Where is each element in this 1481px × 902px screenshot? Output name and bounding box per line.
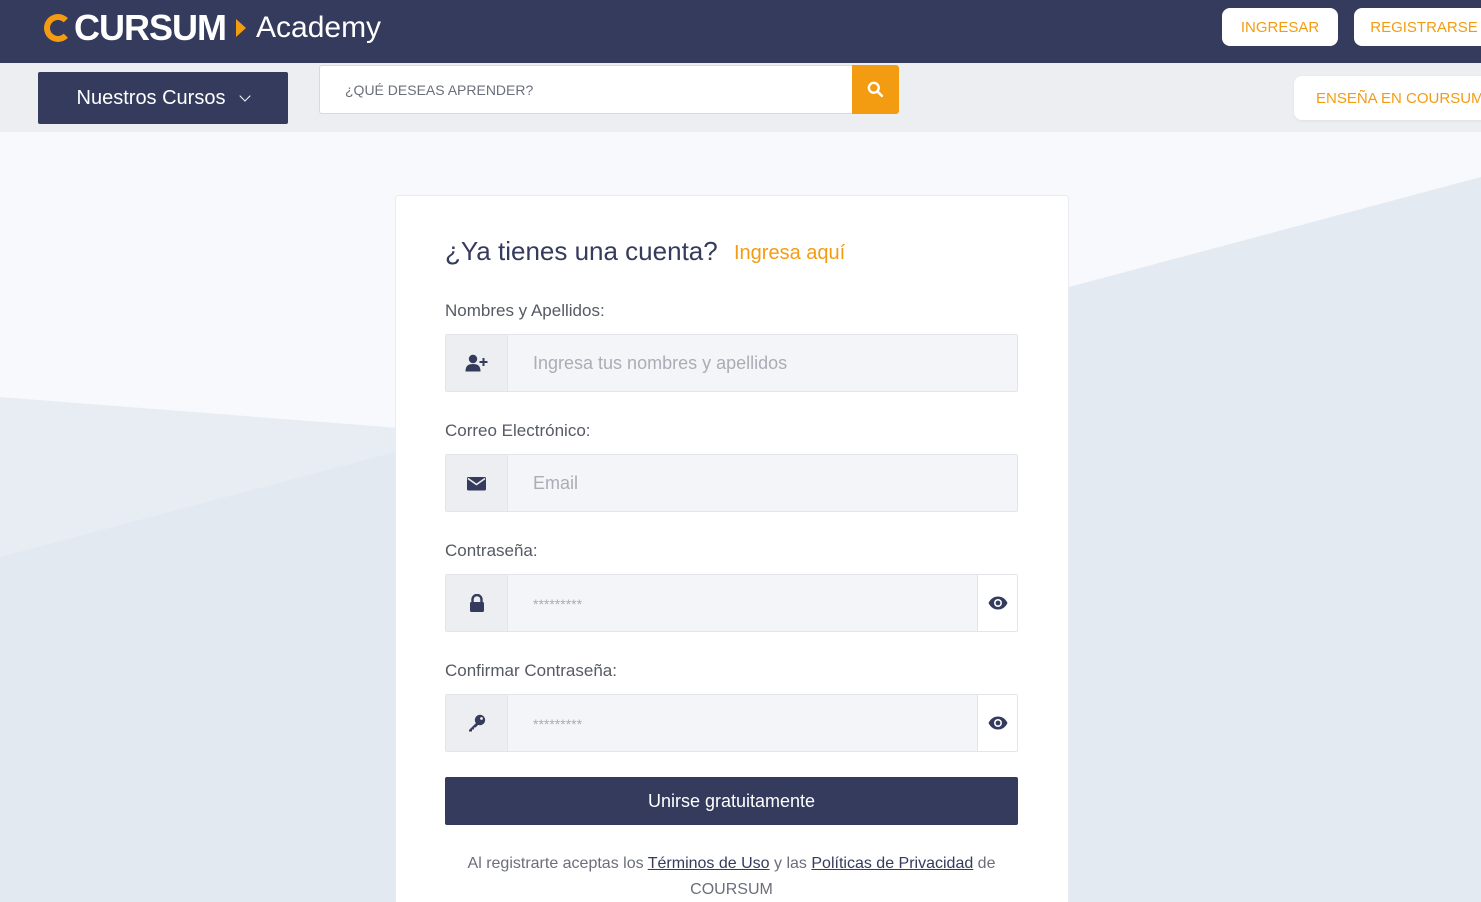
courses-dropdown-button[interactable]: Nuestros Cursos [38, 72, 288, 124]
search-bar [319, 65, 899, 114]
password-field-group [445, 574, 1018, 632]
terms-notice: Al registrarte aceptas los Términos de U… [445, 851, 1018, 902]
search-button[interactable] [852, 65, 899, 114]
logo[interactable]: CURSUM Academy [44, 7, 382, 49]
name-label: Nombres y Apellidos: [445, 301, 605, 320]
terms-of-use-link[interactable]: Términos de Uso [648, 855, 770, 872]
courses-dropdown-label: Nuestros Cursos [76, 86, 226, 109]
email-field-group [445, 454, 1018, 512]
privacy-policy-link[interactable]: Políticas de Privacidad [811, 855, 973, 872]
confirm-password-toggle-button[interactable] [977, 695, 1017, 751]
teach-button[interactable]: ENSEÑA EN COURSUM [1294, 76, 1481, 120]
logo-arrow-icon [236, 19, 246, 37]
logo-brand: CURSUM [44, 7, 227, 49]
chevron-down-icon [239, 89, 252, 102]
key-icon [468, 714, 485, 732]
join-free-button[interactable]: Unirse gratuitamente [445, 777, 1018, 825]
login-button[interactable]: INGRESAR [1222, 8, 1338, 46]
terms-middle: y las [769, 855, 812, 872]
confirm-password-addon [446, 695, 508, 751]
email-label: Correo Electrónico: [445, 421, 591, 440]
email-addon [446, 455, 508, 511]
password-toggle-button[interactable] [977, 575, 1017, 631]
confirm-password-label: Confirmar Contraseña: [445, 661, 617, 680]
register-button[interactable]: REGISTRARSE [1354, 8, 1481, 46]
eye-icon [988, 716, 1007, 730]
name-field-group [445, 334, 1018, 392]
name-addon [446, 335, 508, 391]
envelope-icon [467, 476, 486, 490]
login-link[interactable]: Ingresa aquí [734, 242, 845, 265]
sub-navbar: Nuestros Cursos ENSEÑA EN COURSUM [0, 63, 1481, 132]
password-label: Contraseña: [445, 541, 538, 560]
top-navbar: CURSUM Academy INGRESAR REGISTRARSE [0, 0, 1481, 63]
password-addon [446, 575, 508, 631]
confirm-password-field-group [445, 694, 1018, 752]
user-plus-icon [465, 354, 487, 372]
search-input[interactable] [319, 65, 852, 114]
logo-brand-text: CURSUM [74, 7, 227, 48]
password-input[interactable] [508, 575, 977, 631]
eye-icon [988, 596, 1007, 610]
terms-prefix: Al registrarte aceptas los [467, 855, 648, 872]
confirm-password-input[interactable] [508, 695, 977, 751]
form-title: ¿Ya tienes una cuenta? [445, 236, 718, 266]
signup-card: ¿Ya tienes una cuenta? Ingresa aquí Nomb… [395, 195, 1069, 902]
logo-c-icon [44, 14, 72, 42]
search-icon [867, 81, 884, 98]
email-input[interactable] [508, 455, 1017, 511]
lock-icon [469, 594, 484, 612]
logo-product: Academy [256, 11, 382, 44]
name-input[interactable] [508, 335, 1017, 391]
